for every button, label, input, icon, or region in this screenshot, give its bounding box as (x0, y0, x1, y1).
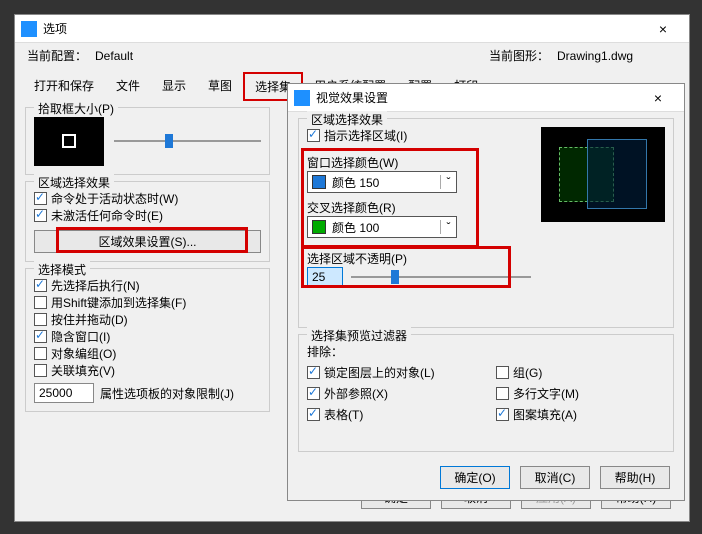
close-icon[interactable]: × (638, 90, 678, 106)
vfx-region-title: 区域选择效果 (307, 111, 387, 128)
cb-lock[interactable]: 锁定图层上的对象(L) (307, 364, 476, 381)
vfx-help-button[interactable]: 帮助(H) (600, 466, 670, 489)
color-swatch-icon (312, 220, 326, 234)
cb-lock-label: 锁定图层上的对象(L) (324, 364, 435, 381)
cb-active[interactable]: 命令处于活动状态时(W) (34, 190, 261, 207)
vfx-ok-button[interactable]: 确定(O) (440, 466, 510, 489)
cb-group-label: 对象编组(O) (51, 345, 116, 362)
cb-shift-label: 用Shift键添加到选择集(F) (51, 294, 186, 311)
vfx-title: 视觉效果设置 (316, 89, 638, 106)
cb-group2[interactable]: 组(G) (496, 364, 665, 381)
opacity-input[interactable] (307, 267, 343, 287)
cb-group[interactable]: 对象编组(O) (34, 345, 261, 362)
config-label: 当前配置： (27, 47, 87, 64)
titlebar: 选项 × (15, 15, 689, 43)
region-title: 区域选择效果 (34, 174, 114, 191)
app-icon (294, 90, 310, 106)
filter-title: 选择集预览过滤器 (307, 327, 411, 344)
cb-hatch-label: 关联填充(V) (51, 362, 115, 379)
win-color-combo[interactable]: 颜色 150 ˇ (307, 171, 457, 193)
cross-color-text: 颜色 100 (330, 219, 440, 236)
limit-label: 属性选项板的对象限制(J) (100, 385, 234, 402)
drawing-label: 当前图形： (489, 47, 549, 64)
cb-mtext-label: 多行文字(M) (513, 385, 579, 402)
opacity-label: 选择区域不透明(P) (307, 250, 531, 267)
cb-hatch[interactable]: 关联填充(V) (34, 362, 261, 379)
cb-indicate-region[interactable]: 指示选择区域(I) (307, 127, 531, 144)
cb-table[interactable]: 表格(T) (307, 406, 476, 423)
win-color-text: 颜色 150 (330, 174, 440, 191)
tab-drafting[interactable]: 草图 (197, 72, 243, 101)
cb-table-label: 表格(T) (324, 406, 363, 423)
limit-input[interactable] (34, 383, 94, 403)
pickbox-slider[interactable] (114, 140, 261, 142)
cb-indicate-region-label: 指示选择区域(I) (324, 127, 407, 144)
config-row: 当前配置： Default 当前图形： Drawing1.dwg (15, 43, 689, 68)
vfx-titlebar: 视觉效果设置 × (288, 84, 684, 112)
opacity-slider[interactable] (351, 276, 531, 278)
mode-title: 选择模式 (34, 261, 90, 278)
mode-group: 选择模式 先选择后执行(N) 用Shift键添加到选择集(F) 按住并拖动(D)… (25, 268, 270, 412)
chevron-down-icon: ˇ (440, 220, 456, 234)
cb-group2-label: 组(G) (513, 364, 542, 381)
cb-first-label: 先选择后执行(N) (51, 277, 140, 294)
cb-shift[interactable]: 用Shift键添加到选择集(F) (34, 294, 261, 311)
cb-noactive[interactable]: 未激活任何命令时(E) (34, 207, 261, 224)
filter-group: 选择集预览过滤器 排除： 锁定图层上的对象(L) 组(G) 外部参照(X) 多行… (298, 334, 674, 452)
cb-noactive-label: 未激活任何命令时(E) (51, 207, 163, 224)
drawing-value: Drawing1.dwg (557, 49, 677, 63)
vfx-cancel-button[interactable]: 取消(C) (520, 466, 590, 489)
cb-drag-label: 按住并拖动(D) (51, 311, 128, 328)
cross-color-label: 交叉选择颜色(R) (307, 199, 531, 216)
region-group: 区域选择效果 命令处于活动状态时(W) 未激活任何命令时(E) 区域效果设置(S… (25, 181, 270, 262)
dialog-title: 选项 (43, 20, 643, 37)
config-value: Default (95, 49, 175, 63)
region-preview (541, 127, 665, 222)
app-icon (21, 21, 37, 37)
tab-display[interactable]: 显示 (151, 72, 197, 101)
pickbox-preview (34, 116, 104, 166)
cb-xref-label: 外部参照(X) (324, 385, 388, 402)
cb-mtext[interactable]: 多行文字(M) (496, 385, 665, 402)
cb-implied-label: 隐含窗口(I) (51, 328, 110, 345)
cb-fill[interactable]: 图案填充(A) (496, 406, 665, 423)
cb-first[interactable]: 先选择后执行(N) (34, 277, 261, 294)
win-color-label: 窗口选择颜色(W) (307, 154, 531, 171)
tab-open-save[interactable]: 打开和保存 (23, 72, 105, 101)
exclude-label: 排除： (307, 343, 665, 360)
cb-xref[interactable]: 外部参照(X) (307, 385, 476, 402)
chevron-down-icon: ˇ (440, 175, 456, 189)
cb-drag[interactable]: 按住并拖动(D) (34, 311, 261, 328)
cross-color-combo[interactable]: 颜色 100 ˇ (307, 216, 457, 238)
region-settings-button[interactable]: 区域效果设置(S)... (34, 230, 261, 253)
color-swatch-icon (312, 175, 326, 189)
cb-fill-label: 图案填充(A) (513, 406, 577, 423)
cb-active-label: 命令处于活动状态时(W) (51, 190, 178, 207)
pickbox-group: 拾取框大小(P) (25, 107, 270, 175)
visual-effects-dialog: 视觉效果设置 × 区域选择效果 指示选择区域(I) 窗口选择颜色(W) 颜色 1… (287, 83, 685, 501)
cb-implied[interactable]: 隐含窗口(I) (34, 328, 261, 345)
pickbox-title: 拾取框大小(P) (34, 100, 118, 117)
close-icon[interactable]: × (643, 21, 683, 37)
tab-files[interactable]: 文件 (105, 72, 151, 101)
vfx-region-group: 区域选择效果 指示选择区域(I) 窗口选择颜色(W) 颜色 150 ˇ 交叉选择… (298, 118, 674, 328)
